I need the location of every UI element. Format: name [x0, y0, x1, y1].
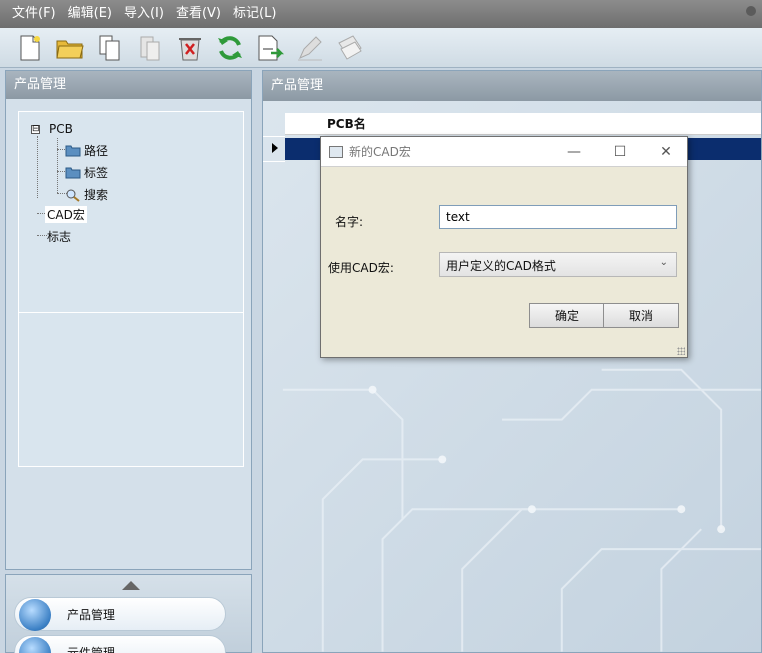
menu-edit[interactable]: 编辑(E) [62, 0, 118, 28]
stamp-icon [338, 34, 362, 60]
macro-label: 使用CAD宏: [328, 261, 394, 275]
window-icon [329, 145, 343, 158]
scroll-up-icon[interactable] [122, 581, 140, 590]
tree-node-logo[interactable]: 标志 [47, 228, 71, 245]
window-corner-icon [746, 6, 756, 16]
cad-export-icon [258, 35, 285, 60]
name-input[interactable] [439, 205, 677, 229]
copy-icon [99, 35, 120, 60]
tree-node-pcb[interactable]: ⊟ PCB [31, 122, 73, 136]
edit-icon [298, 35, 322, 60]
tree-node-search[interactable]: 搜索 [65, 186, 108, 203]
macro-select[interactable]: 用户定义的CAD格式 ⌄ [439, 252, 677, 277]
tree-view: ⊟ PCB 路径 标签 搜索 CAD宏 标志 [18, 111, 244, 467]
right-panel-title: 产品管理 [263, 71, 761, 101]
menu-import[interactable]: 导入(I) [118, 0, 170, 28]
tree-node-tag[interactable]: 标签 [65, 164, 108, 181]
tree-divider [19, 312, 243, 313]
collapse-toggle-icon[interactable]: ⊟ [31, 124, 40, 134]
stamp-button[interactable] [332, 30, 368, 66]
dialog-title: 新的CAD宏 [349, 145, 411, 159]
paste-icon [140, 36, 160, 60]
tree-node-path-label: 路径 [84, 144, 109, 158]
orb-icon [19, 637, 51, 653]
nav-product-management-label: 产品管理 [67, 607, 116, 622]
column-pcb-name[interactable]: PCB名 [327, 115, 366, 132]
menu-bar: 文件(F) 编辑(E) 导入(I) 查看(V) 标记(L) [0, 0, 762, 28]
folder-icon [65, 145, 81, 157]
delete-icon [179, 37, 201, 60]
refresh-icon [218, 35, 242, 60]
search-icon [66, 189, 80, 202]
left-panel-title: 产品管理 [6, 71, 251, 99]
nav-component-management-label: 元件管理 [67, 645, 116, 653]
nav-product-management[interactable]: 产品管理 [14, 597, 226, 631]
cad-export-button[interactable] [252, 30, 288, 66]
copy-button[interactable] [92, 30, 128, 66]
delete-button[interactable] [172, 30, 208, 66]
maximize-button[interactable]: ☐ [597, 137, 643, 167]
resize-grip-icon[interactable] [677, 347, 685, 355]
tree-node-path[interactable]: 路径 [65, 142, 108, 159]
orb-icon [19, 599, 51, 631]
new-cad-macro-dialog: 新的CAD宏 — ☐ ✕ 名字: 使用CAD宏: 用户定义的CAD格式 ⌄ 确定… [320, 136, 688, 358]
tree-node-tag-label: 标签 [84, 166, 109, 180]
edit-button[interactable] [292, 30, 328, 66]
tree-node-cad-macro[interactable]: CAD宏 [45, 206, 87, 223]
minimize-button[interactable]: — [551, 137, 597, 167]
macro-select-value: 用户定义的CAD格式 [446, 259, 556, 273]
new-file-button[interactable] [12, 30, 48, 66]
menu-mark[interactable]: 标记(L) [227, 0, 282, 28]
close-button[interactable]: ✕ [643, 137, 689, 167]
nav-component-management[interactable]: 元件管理 [14, 635, 226, 653]
new-file-icon [20, 35, 40, 60]
left-panel: 产品管理 ⊟ PCB 路径 标签 搜索 CAD宏 标志 [5, 70, 252, 570]
toolbar [0, 28, 762, 68]
nav-area: 产品管理 元件管理 [5, 574, 252, 653]
menu-view[interactable]: 查看(V) [170, 0, 227, 28]
cancel-button[interactable]: 取消 [603, 303, 679, 328]
refresh-button[interactable] [212, 30, 248, 66]
ok-button[interactable]: 确定 [529, 303, 605, 328]
menu-file[interactable]: 文件(F) [6, 0, 62, 28]
tree-node-search-label: 搜索 [84, 188, 109, 202]
open-folder-icon [56, 40, 84, 58]
row-pointer-icon [272, 143, 278, 153]
paste-button[interactable] [132, 30, 168, 66]
open-button[interactable] [52, 30, 88, 66]
chevron-down-icon: ⌄ [659, 257, 668, 268]
name-label: 名字: [335, 215, 364, 229]
folder-icon [65, 167, 81, 179]
grid-header: PCB名 [285, 113, 761, 135]
tree-node-pcb-label: PCB [49, 122, 73, 136]
